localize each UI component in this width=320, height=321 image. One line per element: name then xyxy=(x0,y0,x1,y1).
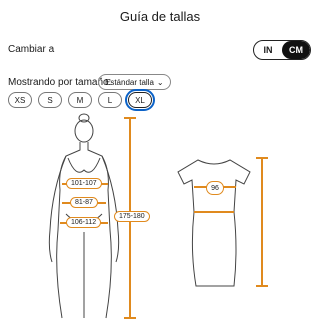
body-left-outline xyxy=(56,142,81,319)
unit-option-cm[interactable]: CM xyxy=(282,41,310,59)
size-options: XS S M L XL xyxy=(8,89,155,111)
chevron-down-icon: ⌄ xyxy=(156,77,164,87)
body-measurement-illustration xyxy=(48,113,268,319)
head-outline xyxy=(74,119,94,143)
page-title: Guía de tallas xyxy=(119,9,201,24)
size-option-l[interactable]: L xyxy=(98,92,122,108)
unit-option-in[interactable]: IN xyxy=(254,41,282,59)
unit-toggle[interactable]: IN CM xyxy=(253,40,311,60)
hips-measurement: 106-112 xyxy=(66,217,102,228)
size-option-s[interactable]: S xyxy=(38,92,62,108)
hair-bun xyxy=(78,113,90,123)
size-standard-value: Estándar talla xyxy=(105,77,154,87)
top-outline xyxy=(67,157,101,173)
bust-measurement: 101-107 xyxy=(66,178,102,189)
size-standard-dropdown[interactable]: Estándar talla ⌄ xyxy=(98,74,171,90)
body-right-outline xyxy=(87,142,112,319)
right-arm-outline xyxy=(101,155,120,263)
dress-bust-measurement: 96 xyxy=(206,181,224,195)
height-measurement: 175-180 xyxy=(114,211,150,222)
dress-outline xyxy=(177,159,251,287)
size-option-xs[interactable]: XS xyxy=(8,92,32,108)
size-option-xl[interactable]: XL xyxy=(125,89,155,111)
unit-switch-label: Cambiar a xyxy=(8,44,55,55)
left-arm-outline xyxy=(48,155,67,263)
size-filter-label: Mostrando por tamaño: xyxy=(8,77,112,88)
waist-measurement: 81-87 xyxy=(70,197,98,208)
size-option-m[interactable]: M xyxy=(68,92,92,108)
